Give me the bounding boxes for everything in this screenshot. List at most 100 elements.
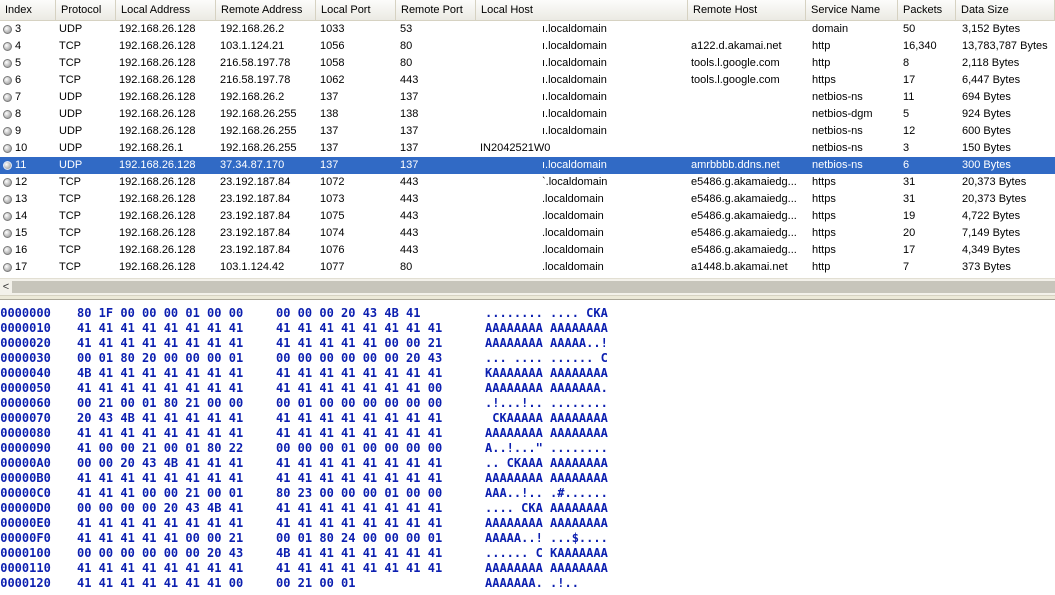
column-header-local-host[interactable]: Local Host: [476, 0, 688, 20]
table-row[interactable]: 9 UDP 192.168.26.128 192.168.26.255 137 137 ı.…: [0, 123, 1055, 140]
column-header-remote-host[interactable]: Remote Host: [688, 0, 806, 20]
status-dot-icon: [3, 76, 12, 85]
column-header-remote-address[interactable]: Remote Address: [216, 0, 316, 20]
table-row[interactable]: 11 UDP 192.168.26.128 37.34.87.170 137 137 ı.l…: [0, 157, 1055, 174]
cell-local-address: 192.168.26.128: [119, 193, 196, 205]
cell-index: 3: [15, 23, 22, 35]
hex-ascii: AAAAAAAA AAAAAAAA: [485, 516, 608, 530]
cell-protocol: TCP: [59, 193, 81, 205]
cell-remote-host: a122.d.akamai.net: [691, 40, 782, 52]
table-row[interactable]: 14 TCP 192.168.26.128 23.192.187.84 1075 443.…: [0, 208, 1055, 225]
hex-offset: 000000F0: [0, 531, 51, 545]
hex-bytes-second: 00 00 00 01 00 00 00 00: [276, 441, 443, 455]
cell-local-port: 1076: [320, 244, 345, 256]
table-row[interactable]: 4 TCP 192.168.26.128 103.1.124.21 1056 80 ı.lo…: [0, 38, 1055, 55]
cell-service-name: netbios-ns: [812, 142, 863, 154]
cell-remote-port: 80: [400, 57, 413, 69]
cell-protocol: TCP: [59, 244, 81, 256]
cell-local-host: ı.localdomain: [542, 91, 607, 103]
connections-table[interactable]: Index Protocol Local Address Remote Address…: [0, 0, 1055, 278]
hex-bytes-first: 00 00 00 00 00 00 20 43: [77, 546, 244, 560]
hex-bytes-first: 41 41 41 41 41 00 00 21: [77, 531, 244, 545]
hex-bytes-first: 41 41 41 41 41 41 41 41: [77, 426, 244, 440]
cell-remote-port: 443: [400, 193, 419, 205]
cell-protocol: TCP: [59, 57, 81, 69]
status-dot-icon: [3, 161, 12, 170]
table-row[interactable]: 3 UDP 192.168.26.128 192.168.26.2 1033 53 ı.lo…: [0, 21, 1055, 38]
hex-ascii: AAAAAAA. .!..: [485, 576, 579, 590]
status-dot-icon: [3, 25, 12, 34]
hex-bytes-second: 41 41 41 41 41 41 41 41: [276, 516, 443, 530]
cell-local-port: 1072: [320, 176, 345, 188]
cell-local-port: 1074: [320, 227, 345, 239]
cell-remote-host: tools.l.google.com: [691, 57, 780, 69]
column-header-data-size[interactable]: Data Size: [956, 0, 1055, 20]
hex-bytes-first: 41 41 41 41 41 41 41 41: [77, 381, 244, 395]
hex-ascii: .. CKAAA AAAAAAAA: [485, 456, 608, 470]
table-row[interactable]: 5 TCP 192.168.26.128 216.58.197.78 1058 80 ı.l…: [0, 55, 1055, 72]
table-row[interactable]: 8 UDP 192.168.26.128 192.168.26.255 138 138 ı.…: [0, 106, 1055, 123]
table-row[interactable]: 6 TCP 192.168.26.128 216.58.197.78 1062 443 ı.…: [0, 72, 1055, 89]
scrollbar-thumb[interactable]: [12, 281, 1055, 293]
hex-bytes-first: 41 41 41 41 41 41 41 41: [77, 336, 244, 350]
cell-remote-address: 23.192.187.84: [220, 210, 291, 222]
horizontal-scrollbar[interactable]: <: [0, 278, 1055, 295]
cell-service-name: domain: [812, 23, 849, 35]
hex-bytes-first: 41 41 41 41 41 41 41 41: [77, 561, 244, 575]
cell-remote-address: 23.192.187.84: [220, 227, 291, 239]
table-row[interactable]: 13 TCP 192.168.26.128 23.192.187.84 1073 443.…: [0, 191, 1055, 208]
cell-index: 5: [15, 57, 22, 69]
cell-index: 11: [15, 159, 27, 171]
column-header-local-address[interactable]: Local Address: [116, 0, 216, 20]
hex-bytes-second: 41 41 41 41 41 41 41 41: [276, 471, 443, 485]
table-row[interactable]: 15 TCP 192.168.26.128 23.192.187.84 1074 443.…: [0, 225, 1055, 242]
table-row[interactable]: 12 TCP 192.168.26.128 23.192.187.84 1072 443 `…: [0, 174, 1055, 191]
hex-ascii: AAAAAAAA AAAAA..!: [485, 336, 608, 350]
hex-bytes-second: 4B 41 41 41 41 41 41 41: [276, 546, 443, 560]
cell-local-port: 137: [320, 142, 339, 154]
cell-remote-port: 137: [400, 91, 419, 103]
hex-ascii: AAAAAAAA AAAAAAAA: [485, 561, 608, 575]
cell-local-port: 137: [320, 125, 339, 137]
cell-remote-port: 443: [400, 74, 419, 86]
hex-offset: 00000050: [0, 381, 51, 395]
table-row[interactable]: 16 TCP 192.168.26.128 23.192.187.84 1076 443.…: [0, 242, 1055, 259]
hex-ascii: .... CKA AAAAAAAA: [485, 501, 608, 515]
column-header-index[interactable]: Index: [0, 0, 56, 20]
cell-protocol: UDP: [59, 159, 83, 171]
cell-index: 8: [15, 108, 22, 120]
hex-bytes-first: 00 01 80 20 00 00 00 01: [77, 351, 244, 365]
cell-remote-address: 216.58.197.78: [220, 74, 291, 86]
cell-remote-port: 443: [400, 244, 419, 256]
status-dot-icon: [3, 195, 12, 204]
cell-remote-address: 103.1.124.21: [220, 40, 285, 52]
column-header-protocol[interactable]: Protocol: [56, 0, 116, 20]
column-header-local-port[interactable]: Local Port: [316, 0, 396, 20]
hex-dump-pane[interactable]: 00000000 80 1F 00 00 00 01 00 00 00 00 00 …: [0, 300, 1055, 595]
cell-remote-host: a1448.b.akamai.net: [691, 261, 788, 273]
hex-bytes-second: 41 41 41 41 41 41 41 41: [276, 321, 443, 335]
cell-index: 15: [15, 227, 28, 239]
cell-local-address: 192.168.26.128: [119, 23, 196, 35]
cell-local-host: ı.localdomain: [542, 74, 607, 86]
cell-data-size: 4,349 Bytes: [962, 244, 1021, 256]
cell-protocol: TCP: [59, 261, 81, 273]
column-header-packets[interactable]: Packets: [898, 0, 956, 20]
table-row[interactable]: 10 UDP 192.168.26.1 192.168.26.255 137 137 IN2…: [0, 140, 1055, 157]
cell-local-address: 192.168.26.128: [119, 57, 196, 69]
cell-service-name: https: [812, 176, 836, 188]
column-header-service-name[interactable]: Service Name: [806, 0, 898, 20]
hex-bytes-second: 80 23 00 00 00 01 00 00: [276, 486, 443, 500]
hex-ascii: ...... C KAAAAAAA: [485, 546, 608, 560]
hex-bytes-first: 4B 41 41 41 41 41 41 41: [77, 366, 244, 380]
hex-offset: 00000100: [0, 546, 51, 560]
table-row[interactable]: 17 TCP 192.168.26.128 103.1.124.42 1077 80 .lo…: [0, 259, 1055, 276]
hex-ascii: AAA..!.. .#......: [485, 486, 608, 500]
table-row[interactable]: 7 UDP 192.168.26.128 192.168.26.2 137 137 ı.lo…: [0, 89, 1055, 106]
column-header-remote-port[interactable]: Remote Port: [396, 0, 476, 20]
scroll-left-arrow-icon[interactable]: <: [0, 280, 12, 294]
cell-data-size: 150 Bytes: [962, 142, 1011, 154]
cell-local-port: 1077: [320, 261, 345, 273]
hex-ascii: AAAAAAAA AAAAAAAA: [485, 471, 608, 485]
hex-offset: 00000070: [0, 411, 51, 425]
